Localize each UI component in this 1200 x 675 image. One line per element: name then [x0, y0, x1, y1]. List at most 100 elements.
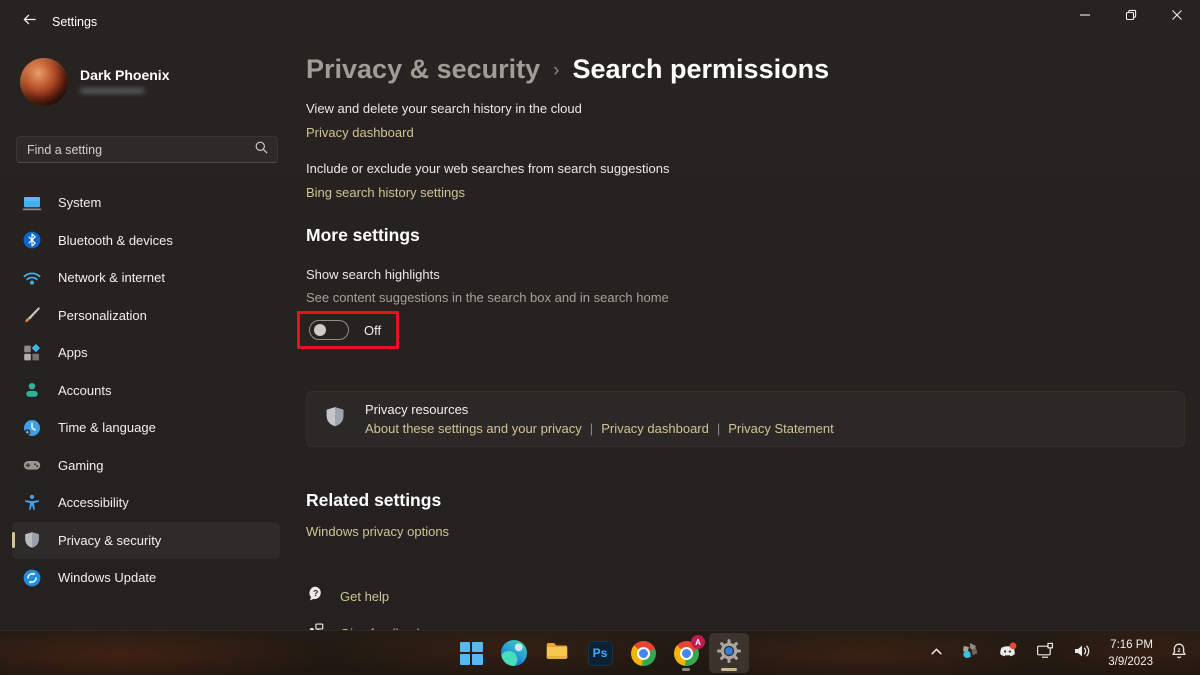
sidebar-item-network[interactable]: Network & internet: [12, 259, 280, 297]
file-explorer-button[interactable]: [537, 633, 577, 673]
avatar: [20, 58, 68, 106]
sidebar-item-gaming[interactable]: Gaming: [12, 447, 280, 485]
sidebar-item-accessibility[interactable]: Accessibility: [12, 484, 280, 522]
restore-button[interactable]: [1108, 0, 1154, 34]
chrome-profile-button[interactable]: A: [666, 633, 706, 673]
search-icon: [254, 140, 269, 160]
sidebar-item-label: Bluetooth & devices: [58, 233, 173, 248]
back-arrow-icon: [22, 12, 37, 32]
close-icon: [1171, 8, 1183, 26]
search-input[interactable]: [27, 143, 254, 157]
shield-icon: [22, 530, 42, 550]
edge-icon: [501, 640, 527, 666]
window-controls: [1062, 0, 1200, 34]
speaker-icon: [1072, 641, 1092, 666]
breadcrumb: Privacy & security › Search permissions: [306, 54, 1185, 85]
folder-icon: [544, 638, 570, 669]
sidebar-item-label: Time & language: [58, 420, 156, 435]
sidebar-nav: System Bluetooth & devices Network & int…: [0, 184, 292, 597]
search-highlights-toggle[interactable]: [309, 320, 349, 340]
sidebar-item-label: Accounts: [58, 383, 111, 398]
photoshop-icon: Ps: [588, 641, 613, 666]
related-settings-heading: Related settings: [306, 490, 1185, 511]
cloud-history-text: View and delete your search history in t…: [306, 101, 1185, 116]
pinwheel-app-icon: [960, 641, 980, 666]
sidebar: Dark Phoenix ••••••••••••••••••••• Syste…: [0, 44, 292, 630]
system-icon: [22, 193, 42, 213]
person-icon: [22, 380, 42, 400]
chrome-button[interactable]: [623, 633, 663, 673]
start-button[interactable]: [451, 633, 491, 673]
taskbar-center-apps: Ps A: [451, 633, 749, 673]
get-help-link[interactable]: ? Get help: [306, 584, 389, 608]
gear-icon: [716, 638, 742, 669]
settings-taskbar-button[interactable]: [709, 633, 749, 673]
sidebar-item-system[interactable]: System: [12, 184, 280, 222]
sidebar-item-label: Apps: [58, 345, 88, 360]
sidebar-item-personalization[interactable]: Personalization: [12, 297, 280, 335]
paintbrush-icon: [22, 305, 42, 325]
system-tray: 7:16 PM 3/9/2023 z: [925, 631, 1194, 675]
privacy-dashboard-link-2[interactable]: Privacy dashboard: [601, 421, 709, 436]
page-title: Search permissions: [572, 54, 829, 85]
minimize-button[interactable]: [1062, 0, 1108, 34]
tray-overflow-button[interactable]: [925, 637, 948, 671]
privacy-dashboard-link[interactable]: Privacy dashboard: [306, 125, 414, 140]
sidebar-item-label: Personalization: [58, 308, 147, 323]
about-settings-link[interactable]: About these settings and your privacy: [365, 421, 582, 436]
sidebar-item-bluetooth[interactable]: Bluetooth & devices: [12, 222, 280, 260]
sidebar-item-windows-update[interactable]: Windows Update: [12, 559, 280, 597]
search-box[interactable]: [16, 136, 278, 163]
settings-window: Settings Dark Phoenix ••••••••••••••••••…: [0, 0, 1200, 630]
sidebar-item-label: Accessibility: [58, 495, 129, 510]
windows-privacy-options-link[interactable]: Windows privacy options: [306, 524, 449, 539]
chrome-profile-badge: A: [691, 635, 705, 649]
privacy-resources-card: Privacy resources About these settings a…: [306, 391, 1185, 447]
breadcrumb-parent[interactable]: Privacy & security: [306, 54, 540, 85]
edge-button[interactable]: [494, 633, 534, 673]
network-tray-button[interactable]: [1030, 637, 1060, 671]
user-name: Dark Phoenix: [80, 67, 169, 83]
privacy-statement-link[interactable]: Privacy Statement: [728, 421, 834, 436]
main-content: Privacy & security › Search permissions …: [306, 44, 1200, 630]
get-help-label: Get help: [340, 589, 389, 604]
clock-date: 3/9/2023: [1108, 654, 1153, 670]
user-email-blurred: •••••••••••••••••••••: [80, 86, 169, 98]
discord-icon: [997, 641, 1018, 667]
gamepad-icon: [22, 455, 42, 475]
search-highlights-description: See content suggestions in the search bo…: [306, 290, 1185, 305]
running-indicator: [682, 668, 690, 671]
taskbar-clock[interactable]: 7:16 PM 3/9/2023: [1104, 637, 1157, 669]
photoshop-button[interactable]: Ps: [580, 633, 620, 673]
sidebar-item-label: Gaming: [58, 458, 104, 473]
discord-tray-button[interactable]: [992, 637, 1023, 671]
user-profile[interactable]: Dark Phoenix •••••••••••••••••••••: [20, 58, 169, 106]
shield-large-icon: [323, 405, 347, 434]
window-title: Settings: [52, 15, 97, 29]
close-button[interactable]: [1154, 0, 1200, 34]
chevron-right-icon: ›: [553, 60, 559, 82]
svg-text:?: ?: [313, 588, 318, 598]
more-settings-heading: More settings: [306, 225, 1185, 246]
chrome-icon: [631, 641, 656, 666]
clock-time: 7:16 PM: [1108, 637, 1153, 653]
taskbar: Ps A: [0, 630, 1200, 675]
web-searches-text: Include or exclude your web searches fro…: [306, 161, 1185, 176]
volume-tray-button[interactable]: [1067, 637, 1097, 671]
accessibility-icon: [22, 493, 42, 513]
windows-start-icon: [460, 642, 483, 665]
sidebar-item-apps[interactable]: Apps: [12, 334, 280, 372]
red-annotation-box: Off: [297, 311, 399, 349]
sidebar-item-time-language[interactable]: Time & language: [12, 409, 280, 447]
link-separator: |: [582, 421, 601, 436]
sidebar-item-accounts[interactable]: Accounts: [12, 372, 280, 410]
notification-center-button[interactable]: z: [1164, 637, 1194, 671]
tray-app-button[interactable]: [955, 637, 985, 671]
back-button[interactable]: [12, 8, 46, 36]
svg-text:z: z: [1177, 647, 1181, 654]
sidebar-item-privacy-security[interactable]: Privacy & security: [12, 522, 280, 560]
active-indicator: [721, 668, 737, 671]
bing-history-link[interactable]: Bing search history settings: [306, 185, 465, 200]
sidebar-item-label: Windows Update: [58, 570, 156, 585]
clock-icon: [22, 418, 42, 438]
